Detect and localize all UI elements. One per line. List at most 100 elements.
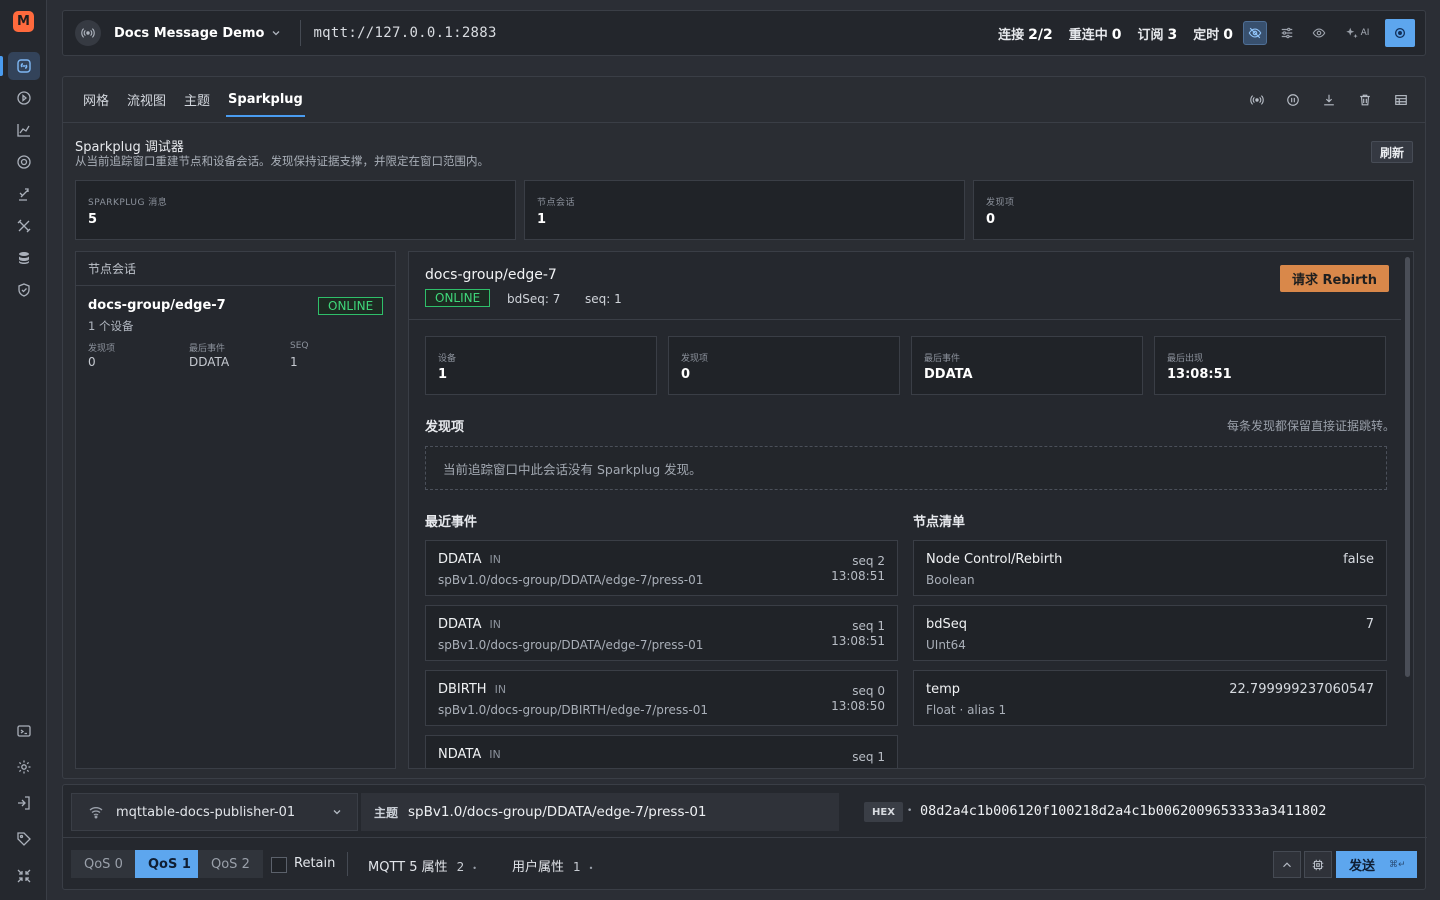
event-time: 13:08:50	[831, 699, 885, 713]
event-item[interactable]: NDATA IN seq 1	[425, 735, 898, 768]
view-tabs: 网格 流视图 主题 Sparkplug	[63, 77, 1425, 123]
event-time: 13:08:51	[831, 569, 885, 583]
session-device-count: 1 个设备	[88, 319, 134, 333]
sparkle-icon	[1345, 27, 1358, 39]
session-mini-value: 0	[88, 355, 96, 369]
stat-reconnecting: 重连中 0	[1069, 24, 1122, 43]
detail-kpi-last-event: 最后事件 DDATA	[911, 336, 1143, 395]
collapse-icon[interactable]	[8, 862, 40, 890]
terminal-nav-icon[interactable]	[8, 717, 40, 745]
tag-icon[interactable]	[8, 825, 40, 853]
pause-icon[interactable]	[1283, 90, 1303, 110]
tab-topics[interactable]: 主题	[184, 77, 210, 123]
metric-type: Boolean	[926, 573, 975, 587]
target-nav-icon[interactable]	[8, 148, 40, 176]
request-rebirth-button[interactable]: 请求 Rebirth	[1280, 265, 1389, 292]
qos-0-button[interactable]: QoS 0	[71, 850, 136, 878]
play-nav-icon[interactable]	[8, 84, 40, 112]
send-label: 发送	[1349, 859, 1376, 874]
topic-input[interactable]: 主题 spBv1.0/docs-group/DDATA/edge-7/press…	[361, 793, 839, 831]
qos-2-button[interactable]: QoS 2	[198, 850, 263, 878]
mqtt5-properties-toggle[interactable]: MQTT 5 属性 2 •	[368, 856, 477, 875]
download-icon[interactable]	[1319, 90, 1339, 110]
kpi-label: 最后事件	[924, 354, 961, 364]
kpi-value: 13:08:51	[1167, 367, 1232, 382]
status-badge: ONLINE	[318, 297, 384, 315]
eye-icon[interactable]	[1307, 21, 1331, 45]
record-button[interactable]	[1385, 19, 1415, 47]
bdseq-value: bdSeq: 7	[507, 292, 561, 306]
event-direction: IN	[489, 748, 501, 761]
metric-value: 22.799999237060547	[1229, 682, 1374, 697]
status-badge: ONLINE	[425, 289, 491, 307]
kpi-label: 最后出现	[1167, 354, 1204, 364]
login-icon[interactable]	[8, 789, 40, 817]
kpi-label: 发现项	[681, 354, 709, 364]
seq-value: seq: 1	[585, 292, 622, 306]
metric-type: UInt64	[926, 638, 966, 652]
refresh-button[interactable]: 刷新	[1370, 141, 1413, 163]
metric-item[interactable]: Node Control/Rebirth Boolean false	[913, 540, 1387, 596]
broker-selector[interactable]: Docs Message Demo	[114, 26, 264, 41]
ai-sparkle-button[interactable]: AI	[1339, 21, 1375, 45]
tab-stream[interactable]: 流视图	[127, 77, 166, 123]
payload-format-tag[interactable]: HEX	[864, 802, 903, 822]
sliders-icon[interactable]	[1275, 21, 1299, 45]
kpi-value: 0	[681, 367, 691, 382]
metric-item[interactable]: bdSeq UInt64 7	[913, 605, 1387, 661]
user-properties-toggle[interactable]: 用户属性 1 •	[512, 856, 593, 875]
metric-value: false	[1343, 552, 1374, 567]
event-item[interactable]: DDATA IN spBv1.0/docs-group/DDATA/edge-7/…	[425, 540, 898, 596]
session-detail-panel: docs-group/edge-7 ONLINE bdSeq: 7 seq: 1…	[408, 251, 1414, 769]
script-nav-icon[interactable]	[8, 180, 40, 208]
app-logo[interactable]: M	[13, 11, 34, 32]
metric-item[interactable]: temp Float · alias 1 22.799999237060547	[913, 670, 1387, 726]
tab-grid[interactable]: 网格	[83, 77, 109, 123]
event-item[interactable]: DDATA IN spBv1.0/docs-group/DDATA/edge-7/…	[425, 605, 898, 661]
trash-icon[interactable]	[1355, 90, 1375, 110]
mqtt5-count: 2	[456, 860, 465, 874]
client-selector[interactable]: mqttable-docs-publisher-01	[71, 793, 358, 831]
scrollbar[interactable]	[1405, 257, 1410, 677]
stat-subscriptions: 订阅 3	[1137, 24, 1177, 43]
event-direction: IN	[489, 553, 501, 566]
expand-up-button[interactable]	[1273, 851, 1301, 878]
event-topic: spBv1.0/docs-group/DBIRTH/edge-7/press-0…	[438, 703, 709, 717]
broker-url: mqtt://127.0.0.1:2883	[313, 25, 497, 41]
broadcast-tool-icon[interactable]	[1247, 90, 1267, 110]
hide-eye-icon[interactable]	[1243, 21, 1267, 45]
event-type: DDATA	[438, 552, 482, 567]
separator-dot: •	[907, 806, 913, 816]
kpi-label: 节点会话	[537, 198, 576, 208]
kpi-value: DDATA	[924, 367, 973, 382]
shield-nav-icon[interactable]	[8, 276, 40, 304]
send-button[interactable]: 发送 ⌘↵	[1336, 851, 1417, 878]
chart-nav-icon[interactable]	[8, 116, 40, 144]
detail-session-name: docs-group/edge-7	[425, 267, 557, 283]
qos-1-button[interactable]: QoS 1	[135, 850, 204, 878]
retain-label[interactable]: Retain	[294, 856, 335, 871]
event-type: DDATA	[438, 617, 482, 632]
connection-stats: 连接 2/2 重连中 0 订阅 3 定时 0	[998, 24, 1233, 43]
chevron-down-icon[interactable]	[270, 27, 282, 39]
event-item[interactable]: DBIRTH IN spBv1.0/docs-group/DBIRTH/edge-…	[425, 670, 898, 726]
gear-icon[interactable]	[8, 753, 40, 781]
retain-checkbox[interactable]	[271, 857, 287, 873]
detail-kpi-findings: 发现项 0	[668, 336, 900, 395]
table-layout-icon[interactable]	[1391, 90, 1411, 110]
kpi-label: 发现项	[986, 198, 1015, 208]
tools-nav-icon[interactable]	[8, 212, 40, 240]
findings-empty-state: 当前追踪窗口中此会话没有 Sparkplug 发现。	[425, 446, 1387, 490]
connections-nav-icon[interactable]	[8, 52, 40, 80]
session-mini-label: 最后事件	[189, 344, 226, 354]
tab-sparkplug[interactable]: Sparkplug	[226, 77, 305, 123]
mqtt5-label: MQTT 5 属性	[368, 860, 448, 875]
client-name: mqttable-docs-publisher-01	[116, 804, 296, 820]
publisher-panel: mqttable-docs-publisher-01 主题 spBv1.0/do…	[62, 784, 1427, 890]
kpi-findings: 发现项 0	[973, 180, 1414, 240]
kpi-label: 设备	[438, 354, 457, 364]
kpi-label: SPARKPLUG 消息	[88, 198, 168, 208]
chip-settings-button[interactable]	[1304, 851, 1332, 878]
payload-input[interactable]: 08d2a4c1b006120f100218d2a4c1b00620096533…	[920, 803, 1326, 819]
database-nav-icon[interactable]	[8, 244, 40, 272]
